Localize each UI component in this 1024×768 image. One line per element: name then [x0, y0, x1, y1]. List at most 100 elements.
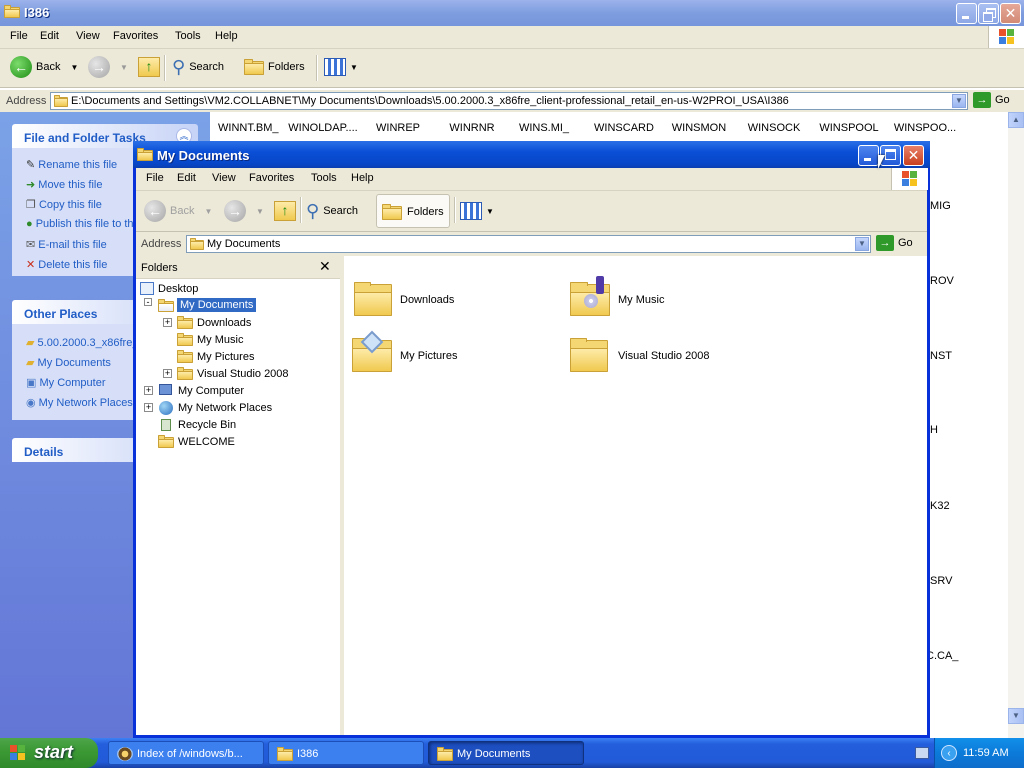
tree-item-visual-studio-2008[interactable]: Visual Studio 2008: [177, 366, 289, 383]
menu-edit[interactable]: Edit: [40, 30, 59, 42]
tree-collapse-toggle[interactable]: -: [144, 298, 152, 307]
back-button[interactable]: ← Back ▼: [144, 193, 212, 229]
file-item-label[interactable]: NST: [930, 350, 952, 362]
file-item-label[interactable]: H: [930, 424, 938, 436]
taskbar-item-index-windows[interactable]: Index of /windows/b...: [108, 741, 264, 765]
menu-view[interactable]: View: [76, 30, 100, 42]
file-item-label[interactable]: MIG: [930, 200, 951, 212]
place-my-documents-link[interactable]: ▰ My Documents: [26, 356, 111, 369]
menu-file[interactable]: File: [146, 172, 164, 184]
menu-view[interactable]: View: [212, 172, 236, 184]
menu-favorites[interactable]: Favorites: [249, 172, 294, 184]
move-file-link[interactable]: ➜ Move this file: [26, 178, 102, 191]
menu-help[interactable]: Help: [215, 30, 238, 42]
menu-edit[interactable]: Edit: [177, 172, 196, 184]
views-icon: [324, 58, 346, 76]
file-item[interactable]: WINOLDAP....: [288, 122, 358, 134]
show-hidden-icons-chevron-icon[interactable]: ‹: [941, 745, 957, 761]
menu-favorites[interactable]: Favorites: [113, 30, 158, 42]
delete-file-link[interactable]: ✕ Delete this file: [26, 258, 107, 271]
file-item[interactable]: WINSMON: [666, 122, 732, 134]
taskbar-item-i386[interactable]: I386: [268, 741, 424, 765]
views-button[interactable]: ▼: [324, 49, 358, 85]
minimize-button[interactable]: [956, 3, 977, 24]
rename-file-link[interactable]: ✎ Rename this file: [26, 158, 117, 171]
file-item[interactable]: WINS.MI_: [516, 122, 572, 134]
windows-logo-icon: [988, 26, 1024, 48]
back-arrow-icon: ←: [144, 200, 166, 222]
address-dropdown-button[interactable]: ▼: [952, 94, 966, 108]
folder-item-downloads[interactable]: Downloads: [348, 278, 548, 320]
windows-logo-icon: [891, 168, 928, 190]
close-button[interactable]: ✕: [903, 145, 924, 166]
place-my-network-link[interactable]: ◉ My Network Places: [26, 396, 133, 409]
scroll-down-arrow-icon[interactable]: ▼: [1008, 708, 1024, 724]
scroll-up-arrow-icon[interactable]: ▲: [1008, 112, 1024, 128]
tree-item-my-music[interactable]: My Music: [177, 332, 243, 349]
search-icon: ⚲: [172, 56, 186, 77]
clock[interactable]: 11:59 AM: [963, 747, 1009, 759]
vertical-scrollbar[interactable]: ▲ ▼: [1008, 112, 1024, 738]
tree-expand-toggle[interactable]: +: [163, 318, 172, 327]
my-documents-window: My Documents ✕ File Edit View Favorites …: [133, 141, 930, 738]
file-item[interactable]: WINSOCK: [742, 122, 806, 134]
menu-file[interactable]: File: [10, 30, 28, 42]
front-window-titlebar[interactable]: My Documents ✕: [133, 141, 930, 168]
taskbar-item-my-documents[interactable]: My Documents: [428, 741, 584, 765]
file-item-label[interactable]: SRV: [930, 575, 952, 587]
restore-button[interactable]: [978, 3, 999, 24]
file-item-label[interactable]: C.CA_: [926, 650, 958, 662]
address-dropdown-button[interactable]: ▼: [855, 237, 869, 251]
file-item[interactable]: WINSPOO...: [890, 122, 960, 134]
file-item-label[interactable]: K32: [930, 500, 950, 512]
forward-button[interactable]: → ▼: [224, 193, 264, 229]
file-item[interactable]: WINSPOOL: [814, 122, 884, 134]
tree-item-my-pictures[interactable]: My Pictures: [177, 349, 254, 366]
views-button[interactable]: ▼: [460, 193, 494, 229]
start-button[interactable]: start: [0, 738, 98, 768]
menu-tools[interactable]: Tools: [311, 172, 337, 184]
folder-item-visual-studio-2008[interactable]: Visual Studio 2008: [566, 334, 766, 376]
music-folder-icon: [177, 333, 193, 346]
menu-help[interactable]: Help: [351, 172, 374, 184]
file-item[interactable]: WINREP: [370, 122, 426, 134]
folder-icon: [4, 5, 20, 19]
tree-item-my-documents[interactable]: My Documents: [158, 298, 257, 315]
address-field[interactable]: My Documents ▼: [186, 235, 871, 253]
forward-button[interactable]: → ▼: [88, 49, 128, 85]
email-file-link[interactable]: ✉ E-mail this file: [26, 238, 107, 251]
window-title: I386: [24, 5, 50, 20]
copy-file-link[interactable]: ❐ Copy this file: [26, 198, 102, 211]
tree-expand-toggle[interactable]: +: [163, 369, 172, 378]
place-my-computer-link[interactable]: ▣ My Computer: [26, 376, 106, 389]
menu-tools[interactable]: Tools: [175, 30, 201, 42]
folders-button[interactable]: Folders: [376, 194, 450, 228]
back-menubar: File Edit View Favorites Tools Help: [0, 26, 1024, 49]
file-item[interactable]: WINNT.BM_: [218, 122, 279, 134]
file-item[interactable]: WINRNR: [444, 122, 500, 134]
pictures-folder-icon: [352, 330, 392, 372]
tree-expand-toggle[interactable]: +: [144, 403, 153, 412]
file-item-label[interactable]: ROV: [930, 275, 954, 287]
folders-button[interactable]: Folders: [244, 49, 305, 85]
file-item[interactable]: WINSCARD: [590, 122, 658, 134]
tree-expand-toggle[interactable]: +: [144, 386, 153, 395]
folder-tree: Desktop - My Documents + Downloads My Mu: [136, 278, 340, 735]
keyboard-icon[interactable]: [915, 747, 929, 759]
back-button[interactable]: ← Back ▼: [10, 49, 78, 85]
desktop-icon: [140, 282, 154, 295]
folder-item-my-pictures[interactable]: My Pictures: [348, 330, 548, 376]
close-pane-icon[interactable]: ✕: [319, 258, 331, 275]
folder-item-my-music[interactable]: My Music: [566, 276, 766, 320]
back-window-titlebar[interactable]: I386 ✕: [0, 0, 1024, 26]
minimize-button[interactable]: [858, 145, 879, 166]
close-button[interactable]: ✕: [1000, 3, 1021, 24]
address-field[interactable]: E:\Documents and Settings\VM2.COLLABNET\…: [50, 92, 968, 110]
tree-item-welcome[interactable]: WELCOME: [158, 434, 235, 451]
go-button[interactable]: → Go: [876, 235, 913, 251]
go-button[interactable]: → Go: [973, 92, 1010, 108]
search-button[interactable]: ⚲ Search: [172, 49, 224, 85]
search-button[interactable]: ⚲ Search: [306, 193, 358, 229]
folders-pane-header: Folders ✕: [136, 256, 340, 279]
tree-item-downloads[interactable]: Downloads: [177, 315, 251, 332]
